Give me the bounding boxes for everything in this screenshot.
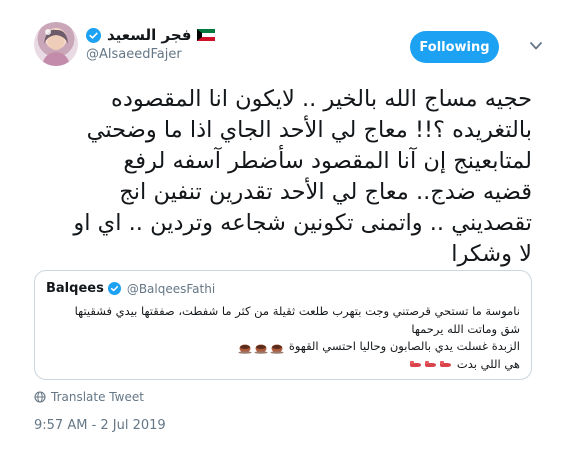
quoted-tweet[interactable]: Balqees @BalqeesFathi ناموسة ما تستحي قر… xyxy=(34,270,532,380)
author-block: فجر السعيد @AlsaeedFajer xyxy=(86,25,216,62)
quote-text: ناموسة ما تستحي قرصتني وجت بتهرب طلعت ثق… xyxy=(42,303,520,373)
pointing-hand-icon xyxy=(425,361,437,367)
quote-line-text: هي اللي بدت xyxy=(456,356,520,371)
quote-line: هي اللي بدت xyxy=(42,356,520,374)
quote-line: شق وماتت الله يرحمها xyxy=(411,321,520,336)
chevron-down-icon[interactable] xyxy=(529,40,543,52)
coffee-icon xyxy=(270,344,284,354)
quote-header: Balqees @BalqeesFathi xyxy=(46,281,215,296)
pointing-hand-icon xyxy=(410,361,422,367)
kuwait-flag-icon xyxy=(197,29,216,41)
pointing-hand-icon xyxy=(440,361,452,367)
name-row: فجر السعيد xyxy=(86,25,216,45)
quote-line: الزبدة غسلت يدي بالصابون وحاليا احتسي ال… xyxy=(42,338,520,356)
tweet-card: فجر السعيد @AlsaeedFajer Following حجيه … xyxy=(0,0,565,450)
timestamp[interactable]: 9:57 AM - 2 Jul 2019 xyxy=(34,418,166,433)
coffee-icon xyxy=(238,344,252,354)
verified-icon xyxy=(86,27,101,43)
quote-line-text: الزبدة غسلت يدي بالصابون وحاليا احتسي ال… xyxy=(288,339,520,353)
following-button[interactable]: Following xyxy=(410,31,499,63)
verified-icon xyxy=(107,282,121,295)
translate-tweet-link[interactable]: Translate Tweet xyxy=(34,390,144,404)
handle[interactable]: @AlsaeedFajer xyxy=(86,47,215,62)
coffee-icon xyxy=(254,344,268,354)
quote-display-name: Balqees xyxy=(46,281,104,296)
quote-handle: @BalqeesFathi xyxy=(126,281,216,296)
avatar[interactable] xyxy=(34,22,78,66)
globe-icon xyxy=(34,391,46,403)
tweet-text: حجيه مساج الله بالخير .. لايكون انا المق… xyxy=(73,86,532,267)
display-name[interactable]: فجر السعيد xyxy=(107,26,191,44)
quote-line: ناموسة ما تستحي قرصتني وجت بتهرب طلعت ثق… xyxy=(74,304,520,318)
translate-label: Translate Tweet xyxy=(51,390,144,404)
